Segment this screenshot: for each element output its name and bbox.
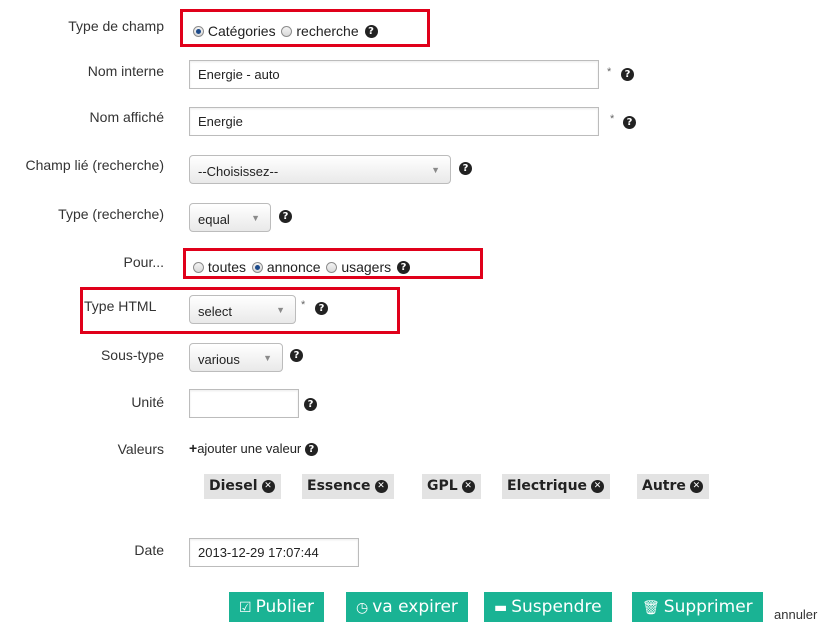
radio-annonce-label: annonce xyxy=(266,259,321,276)
help-icon[interactable]: ? xyxy=(459,162,472,175)
supprimer-button[interactable]: 🗑 Supprimer xyxy=(632,592,763,622)
required-mark: * xyxy=(610,113,615,125)
dropdown-arrow-icon: ▼ xyxy=(251,213,260,223)
sous-type-value: various xyxy=(198,352,240,367)
nom-interne-label: Nom interne xyxy=(87,63,164,79)
check-square-icon: ☑ xyxy=(239,600,252,616)
sous-type-select[interactable]: various ▼ xyxy=(189,343,283,372)
sous-type-label: Sous-type xyxy=(100,347,164,363)
remove-icon[interactable]: ✕ xyxy=(461,479,475,493)
supprimer-label: Supprimer xyxy=(663,597,753,617)
publier-button[interactable]: ☑ Publier xyxy=(229,592,324,622)
radio-recherche[interactable] xyxy=(281,25,293,37)
champ-lie-label: Champ lié (recherche) xyxy=(25,157,165,173)
publier-label: Publier xyxy=(255,597,314,617)
type-html-label: Type HTML xyxy=(84,298,157,314)
type-champ-label: Type de champ xyxy=(68,18,164,34)
pour-radio-group: toutes annonce usagers ? xyxy=(193,258,411,276)
champ-lie-select[interactable]: --Choisissez-- ▼ xyxy=(189,155,451,184)
unite-label: Unité xyxy=(131,394,164,410)
required-mark: * xyxy=(301,299,306,311)
radio-categories[interactable] xyxy=(193,25,204,37)
help-icon[interactable]: ? xyxy=(623,116,636,129)
radio-usagers-label: usagers xyxy=(341,259,392,276)
radio-toutes-label: toutes xyxy=(207,259,247,276)
dropdown-arrow-icon: ▼ xyxy=(263,353,272,363)
value-tag: GPL ✕ xyxy=(422,474,481,499)
radio-recherche-label: recherche xyxy=(296,23,359,40)
clock-icon: ◷ xyxy=(356,600,369,616)
help-icon[interactable]: ? xyxy=(304,398,317,411)
value-tag: Diesel ✕ xyxy=(204,474,281,499)
suspendre-label: Suspendre xyxy=(511,597,602,617)
value-tag-label: Essence xyxy=(307,478,371,494)
value-tag: Essence ✕ xyxy=(302,474,394,499)
type-recherche-select[interactable]: equal ▼ xyxy=(189,203,271,232)
help-icon[interactable]: ? xyxy=(315,302,328,315)
radio-toutes[interactable] xyxy=(193,261,204,273)
help-icon[interactable]: ? xyxy=(304,443,318,457)
type-champ-radio-group: Catégories recherche ? xyxy=(193,22,378,39)
date-input[interactable]: 2013-12-29 17:07:44 xyxy=(189,538,359,567)
remove-icon[interactable]: ✕ xyxy=(591,479,605,493)
dropdown-arrow-icon: ▼ xyxy=(431,165,440,175)
suspendre-button[interactable]: ▬ Suspendre xyxy=(484,592,612,622)
radio-categories-label: Catégories xyxy=(207,23,276,40)
nom-interne-input[interactable]: Energie - auto xyxy=(189,60,599,89)
help-icon[interactable]: ? xyxy=(397,260,411,274)
champ-lie-value: --Choisissez-- xyxy=(198,164,279,179)
type-recherche-label: Type (recherche) xyxy=(58,206,164,222)
value-tag-label: GPL xyxy=(427,478,458,494)
required-mark: * xyxy=(607,66,612,78)
remove-icon[interactable]: ✕ xyxy=(261,479,275,493)
help-icon[interactable]: ? xyxy=(621,68,634,81)
value-tag-label: Electrique xyxy=(507,478,588,494)
dropdown-arrow-icon: ▼ xyxy=(276,305,285,315)
type-html-select[interactable]: select ▼ xyxy=(189,295,296,324)
va-expirer-label: va expirer xyxy=(372,597,458,617)
add-value-label: ajouter une valeur xyxy=(197,441,302,456)
type-recherche-value: equal xyxy=(198,212,230,227)
radio-usagers[interactable] xyxy=(326,261,338,273)
type-html-value: select xyxy=(198,304,232,319)
value-tag: Electrique ✕ xyxy=(502,474,611,499)
help-icon[interactable]: ? xyxy=(290,349,303,362)
remove-icon[interactable]: ✕ xyxy=(689,479,703,493)
valeurs-label: Valeurs xyxy=(117,441,164,457)
value-tag-label: Diesel xyxy=(209,478,258,494)
minus-square-icon: ▬ xyxy=(494,600,508,616)
help-icon[interactable]: ? xyxy=(279,210,292,223)
trash-icon: 🗑 xyxy=(642,600,660,616)
value-tag: Autre ✕ xyxy=(637,474,709,499)
plus-icon: + xyxy=(189,440,198,456)
nom-affiche-input[interactable]: Energie xyxy=(189,107,599,136)
remove-icon[interactable]: ✕ xyxy=(374,479,388,493)
unite-input[interactable] xyxy=(189,389,299,418)
nom-affiche-label: Nom affiché xyxy=(89,109,164,125)
va-expirer-button[interactable]: ◷ va expirer xyxy=(346,592,468,622)
annuler-link[interactable]: annuler xyxy=(774,607,817,622)
date-label: Date xyxy=(134,542,164,558)
pour-label: Pour... xyxy=(123,254,164,270)
value-tag-label: Autre xyxy=(642,478,686,494)
radio-annonce[interactable] xyxy=(251,261,263,273)
add-value-link[interactable]: +ajouter une valeur ? xyxy=(189,440,318,457)
help-icon[interactable]: ? xyxy=(364,24,378,38)
